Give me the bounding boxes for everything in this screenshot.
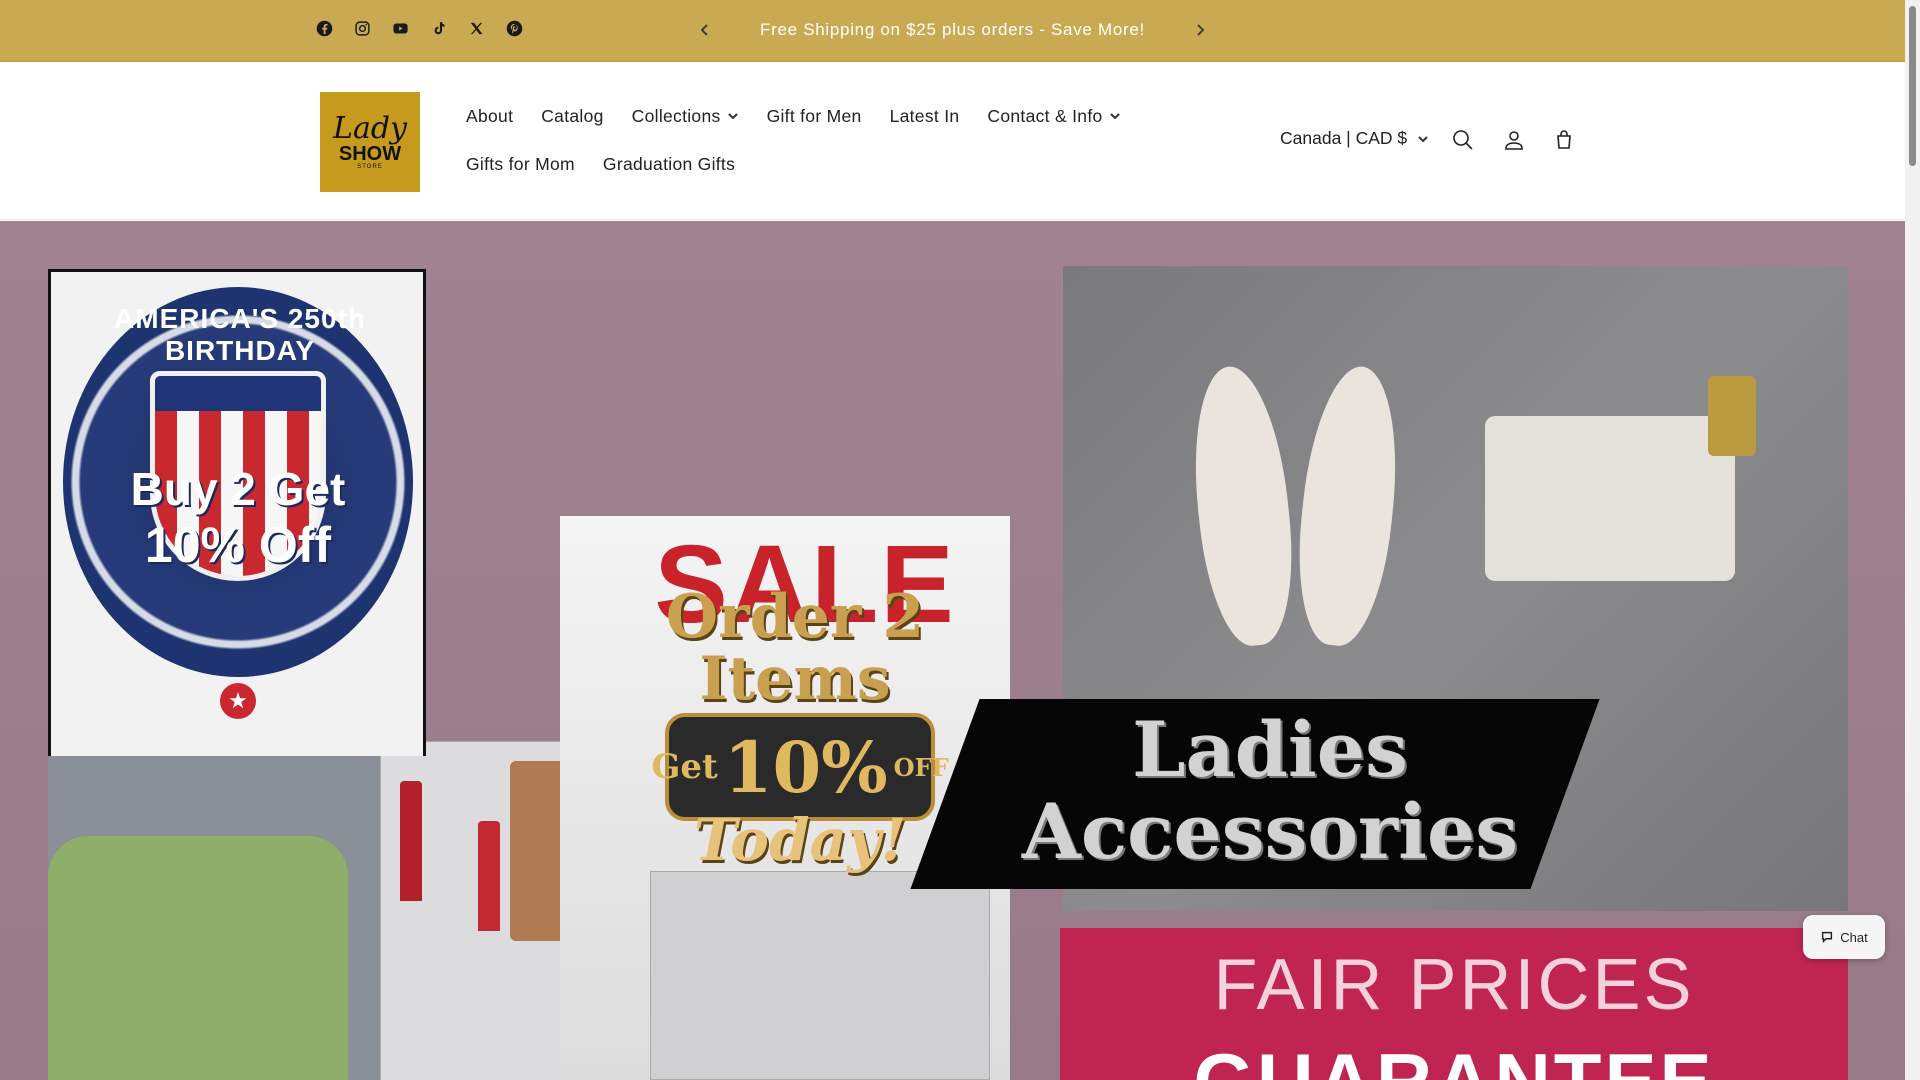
store-logo[interactable]: Lady SHOW STORE bbox=[320, 92, 420, 192]
nav-latest-in[interactable]: Latest In bbox=[876, 106, 974, 127]
nav-contact-info-label: Contact & Info bbox=[987, 105, 1103, 126]
discount-plaque: Get 10% OFF bbox=[651, 713, 949, 821]
announcement-text: Free Shipping on $25 plus orders - Save … bbox=[760, 20, 1145, 39]
chevron-right-icon bbox=[1197, 24, 1205, 36]
badge-offer-line-1: Buy 2 Get bbox=[130, 463, 346, 515]
badge-offer: Buy 2 Get 10% Off bbox=[120, 461, 356, 573]
accessories-line-1: Ladies bbox=[1132, 705, 1408, 794]
order-line-1: Order 2 bbox=[665, 582, 925, 652]
currency-selector[interactable]: Canada | CAD $ bbox=[1280, 128, 1429, 149]
clutch-image bbox=[1485, 416, 1735, 581]
nav-row-1: About Catalog Collections Gift for Men L… bbox=[452, 92, 1152, 140]
lipstick-image bbox=[478, 821, 500, 931]
nav-about[interactable]: About bbox=[452, 106, 527, 127]
nav-gift-for-men[interactable]: Gift for Men bbox=[753, 106, 876, 127]
tiktok-icon[interactable] bbox=[428, 18, 448, 38]
announcement-next-button[interactable] bbox=[1188, 18, 1212, 42]
nav-row-2: Gifts for Mom Graduation Gifts bbox=[452, 140, 1152, 188]
nav-about-label: About bbox=[466, 105, 514, 126]
scrollbar-thumb[interactable] bbox=[1909, 6, 1916, 166]
shoe-image bbox=[1288, 362, 1408, 650]
chevron-left-icon bbox=[700, 24, 708, 36]
main-nav: About Catalog Collections Gift for Men L… bbox=[452, 92, 1152, 188]
order-text: Order 2 Items bbox=[645, 586, 945, 710]
badge-offer-line-2: 10% Off bbox=[144, 517, 332, 573]
accessories-line-2: Accessories bbox=[1021, 787, 1519, 876]
nav-gift-for-men-label: Gift for Men bbox=[766, 105, 862, 126]
pinterest-icon[interactable] bbox=[504, 18, 524, 38]
logo-line-2: SHOW bbox=[338, 143, 402, 165]
badge-ring-text: AMERICA'S 250th BIRTHDAY bbox=[114, 303, 366, 366]
announcement-bar: Free Shipping on $25 plus orders - Save … bbox=[0, 0, 1905, 62]
star-icon: ★ bbox=[220, 683, 256, 719]
chat-label: Chat bbox=[1840, 929, 1868, 945]
order-line-2: Items bbox=[699, 644, 891, 714]
chat-icon bbox=[1822, 931, 1833, 944]
user-icon bbox=[1505, 131, 1523, 150]
nav-gifts-for-mom[interactable]: Gifts for Mom bbox=[452, 154, 589, 175]
nav-catalog[interactable]: Catalog bbox=[527, 106, 617, 127]
chevron-down-icon bbox=[727, 113, 738, 120]
facebook-icon[interactable] bbox=[314, 18, 334, 38]
display-cube bbox=[650, 871, 990, 1080]
accessories-text: Ladies Accessories bbox=[960, 709, 1580, 873]
cart-icon bbox=[1557, 130, 1571, 149]
account-button[interactable] bbox=[1500, 126, 1528, 154]
youtube-icon[interactable] bbox=[390, 18, 410, 38]
fair-prices-line-2: GUARANTEE bbox=[1060, 1036, 1848, 1080]
cart-button[interactable] bbox=[1550, 126, 1578, 154]
flag-shield-top bbox=[150, 371, 326, 411]
off-text: OFF bbox=[893, 752, 949, 782]
social-links bbox=[314, 18, 524, 38]
page-scrollbar[interactable] bbox=[1905, 0, 1920, 1080]
green-bag-image bbox=[48, 836, 348, 1080]
chat-button[interactable]: Chat bbox=[1803, 915, 1885, 959]
percent-text: 10% bbox=[723, 725, 888, 809]
currency-label: Canada | CAD $ bbox=[1280, 128, 1408, 148]
nav-graduation-gifts[interactable]: Graduation Gifts bbox=[589, 154, 749, 175]
lipstick-image bbox=[400, 781, 422, 901]
today-text: Today! bbox=[693, 806, 907, 874]
hero-banner[interactable]: SALE Order 2 Items Get 10% OFF Today! AM… bbox=[0, 221, 1905, 1080]
nav-catalog-label: Catalog bbox=[541, 105, 604, 126]
nav-collections[interactable]: Collections bbox=[618, 106, 753, 127]
shoe-image bbox=[1183, 362, 1303, 650]
site-header: Lady SHOW STORE About Catalog Collection… bbox=[0, 62, 1905, 220]
instagram-icon[interactable] bbox=[352, 18, 372, 38]
nav-gifts-for-mom-label: Gifts for Mom bbox=[466, 153, 575, 174]
get-text: Get bbox=[651, 747, 718, 787]
chevron-down-icon bbox=[1418, 135, 1428, 142]
nav-collections-label: Collections bbox=[631, 105, 721, 126]
search-button[interactable] bbox=[1449, 126, 1477, 154]
announcement-prev-button[interactable] bbox=[693, 18, 717, 42]
search-icon bbox=[1453, 130, 1473, 150]
fair-prices-line-1: FAIR PRICES bbox=[1213, 945, 1695, 1025]
nav-latest-in-label: Latest In bbox=[889, 105, 960, 126]
nav-graduation-gifts-label: Graduation Gifts bbox=[602, 153, 736, 174]
logo-line-1: Lady bbox=[333, 111, 407, 146]
x-icon[interactable] bbox=[466, 18, 486, 38]
logo-line-3: STORE bbox=[357, 164, 383, 170]
fair-prices-banner: FAIR PRICES GUARANTEE bbox=[1060, 928, 1848, 1080]
chevron-down-icon bbox=[1109, 113, 1120, 120]
nav-contact-info[interactable]: Contact & Info bbox=[973, 106, 1134, 127]
perfume-image bbox=[1708, 376, 1756, 456]
